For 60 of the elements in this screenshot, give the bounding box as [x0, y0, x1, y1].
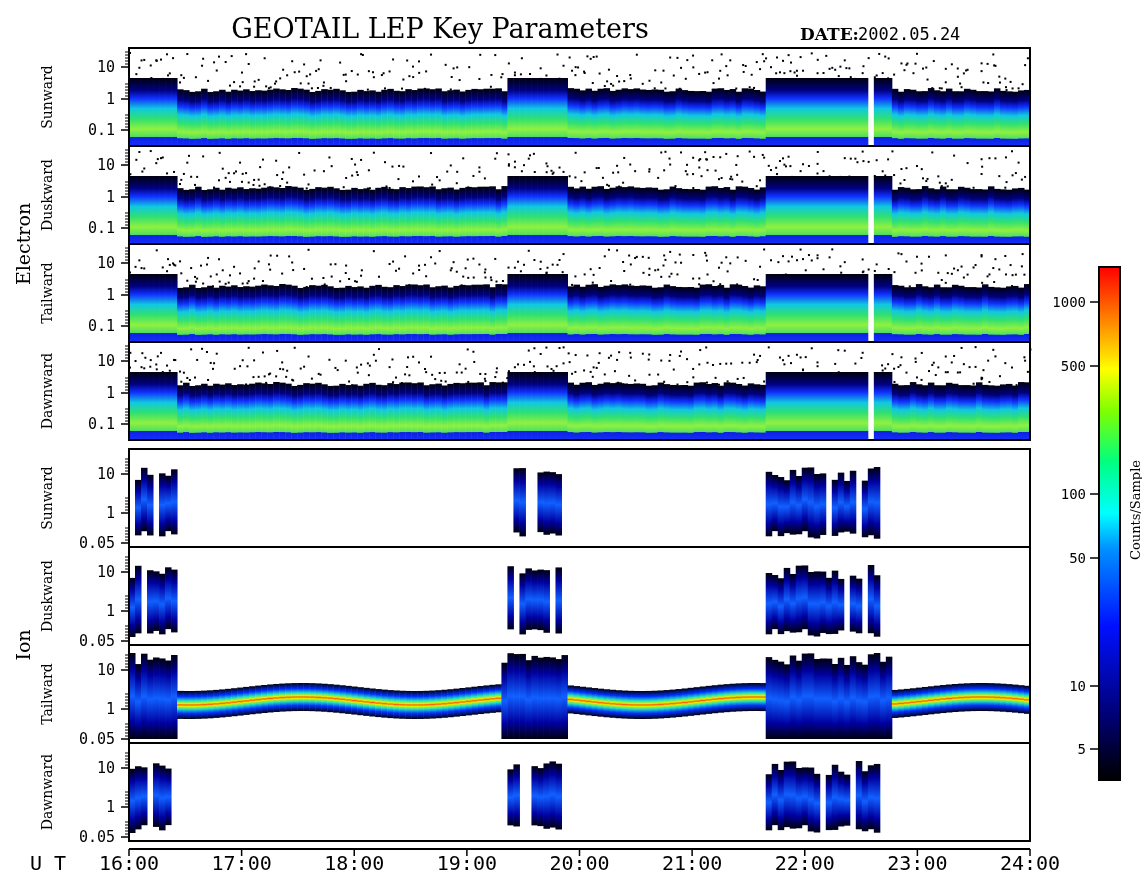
y-tick-label: 10	[96, 759, 115, 777]
panel-label: Dawnward	[39, 753, 55, 831]
panel-label: Tailward	[39, 663, 55, 725]
y-tick-label: 1	[105, 188, 115, 206]
colorbar-tick-label: 5	[1077, 741, 1086, 757]
group-label: Electron	[12, 202, 34, 286]
y-tick-label: 0.1	[87, 317, 115, 335]
y-tick-label: 1	[105, 798, 115, 816]
colorbar-tick	[1089, 365, 1100, 367]
time-tick-label: 19:00	[436, 851, 497, 875]
panel-label: Tailward	[39, 262, 55, 324]
colorbar-tick	[1089, 557, 1100, 559]
colorbar-label: Counts/Sample	[1128, 460, 1142, 560]
chart-title: GEOTAIL LEP Key Parameters	[231, 13, 649, 44]
y-tick-label: 0.1	[87, 219, 115, 237]
y-tick-label: 0.05	[78, 730, 115, 748]
y-tick-label: 10	[96, 563, 115, 581]
colorbar-tick-label: 100	[1060, 486, 1086, 502]
y-tick-label: 0.05	[78, 632, 115, 650]
panel-label: Dawnward	[39, 352, 55, 430]
colorbar-tick	[1089, 301, 1100, 303]
time-axis-label: U T	[30, 851, 67, 875]
group-label: Ion	[12, 629, 34, 661]
y-tick-label: 1	[105, 602, 115, 620]
panel-label: Sunward	[39, 466, 55, 530]
colorbar-tick-label: 500	[1060, 358, 1086, 374]
y-tick-label: 10	[96, 352, 115, 370]
panel-label: Sunward	[39, 65, 55, 129]
y-tick-label: 10	[96, 254, 115, 272]
y-tick-label: 10	[96, 661, 115, 679]
date-label: DATE:	[800, 24, 859, 44]
y-tick-label: 10	[96, 465, 115, 483]
y-tick-label: 1	[105, 384, 115, 402]
time-tick-label: 20:00	[549, 851, 610, 875]
time-tick-label: 18:00	[324, 851, 385, 875]
colorbar-tick	[1089, 685, 1100, 687]
colorbar-tick-label: 1000	[1052, 294, 1086, 310]
time-tick-label: 22:00	[774, 851, 835, 875]
y-tick-label: 1	[105, 700, 115, 718]
y-tick-label: 1	[105, 504, 115, 522]
time-tick-label: 23:00	[887, 851, 948, 875]
time-tick-label: 24:00	[999, 851, 1061, 875]
y-tick-label: 1	[105, 286, 115, 304]
y-tick-label: 10	[96, 58, 115, 76]
y-tick-label: 0.1	[87, 121, 115, 139]
y-tick-label: 10	[96, 156, 115, 174]
panel-label: Duskward	[39, 159, 55, 231]
time-tick-label: 17:00	[211, 851, 272, 875]
colorbar-tick-label: 50	[1069, 550, 1086, 566]
y-tick-label: 0.1	[87, 415, 115, 433]
time-tick-label: 21:00	[662, 851, 723, 875]
panel-label: Duskward	[39, 560, 55, 632]
colorbar-tick	[1089, 748, 1100, 750]
y-tick-label: 0.05	[78, 828, 115, 846]
y-tick-label: 0.05	[78, 534, 115, 552]
time-tick-label: 16:00	[98, 851, 160, 875]
y-tick-label: 1	[105, 90, 115, 108]
date-value: 2002.05.24	[858, 24, 961, 44]
colorbar-tick	[1089, 493, 1100, 495]
colorbar-tick-label: 10	[1069, 678, 1086, 694]
